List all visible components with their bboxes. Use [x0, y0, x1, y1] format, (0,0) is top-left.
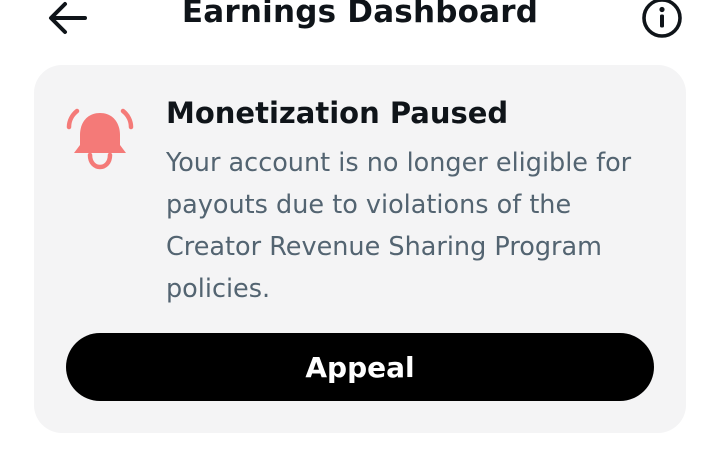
bell-ringing-icon: [66, 107, 134, 171]
top-bar: Earnings Dashboard: [0, 0, 720, 38]
info-circle-icon: [642, 0, 682, 38]
notice-message: Your account is no longer eligible for p…: [166, 148, 632, 304]
info-button[interactable]: [638, 0, 686, 40]
notice-title: Monetization Paused: [166, 96, 509, 130]
appeal-button[interactable]: Appeal: [66, 333, 654, 401]
page-title: Earnings Dashboard: [181, 0, 539, 30]
